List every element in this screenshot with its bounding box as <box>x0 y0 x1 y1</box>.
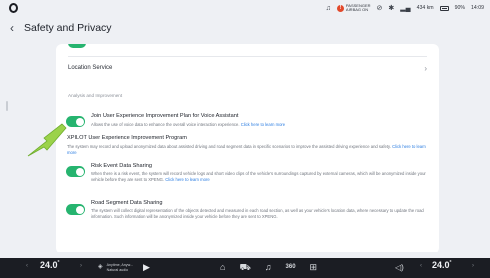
right-temp-unit: ° <box>449 260 452 266</box>
left-temp-up-icon[interactable]: › <box>80 263 82 269</box>
bell-icon: ♫ <box>325 4 331 12</box>
right-temp-down-icon[interactable]: ‹ <box>420 263 422 269</box>
xpilot-desc: The system may record and upload anonymi… <box>67 144 429 155</box>
right-temp-up-icon[interactable]: › <box>472 263 474 269</box>
right-temp-value: 24.0 <box>432 260 450 270</box>
road-segment-title: Road Segment Data Sharing <box>91 200 163 206</box>
voice-plan-desc: Allows the use of voice data to enhance … <box>91 122 431 128</box>
risk-learn-more-link[interactable]: Click here to learn more <box>165 177 209 182</box>
location-service-row[interactable]: Location Service › <box>56 57 439 79</box>
left-temp-down-icon[interactable]: ‹ <box>26 263 28 269</box>
left-temp-value: 24.0 <box>40 260 58 270</box>
analysis-card: Join User Experience Improvement Plan fo… <box>56 104 439 252</box>
voice-plan-desc-text: Allows the use of voice data to enhance … <box>91 122 240 127</box>
view-360-button[interactable]: 360 <box>286 262 296 273</box>
range-readout: 434 km <box>416 5 434 11</box>
cellular-icon: ▂▄ <box>400 4 411 12</box>
music-source-icon: ◈ <box>98 264 103 270</box>
chevron-right-icon: › <box>424 63 427 73</box>
clock: 14:09 <box>471 5 484 11</box>
road-segment-toggle[interactable] <box>66 204 85 215</box>
airbag-line2: AIRBAG ON <box>345 7 369 12</box>
scroll-indicator <box>6 101 8 111</box>
airbag-status: ! PASSENGER AIRBAG ON <box>336 3 371 13</box>
status-indicators: ♫ ! PASSENGER AIRBAG ON ⊘ ✱ ▂▄ 434 km 90… <box>326 2 484 14</box>
risk-event-toggle[interactable] <box>66 166 85 177</box>
voice-plan-toggle[interactable] <box>66 116 85 127</box>
xpilot-desc-text: The system may record and upload anonymi… <box>67 144 391 149</box>
xpilot-title: XPILOT User Experience Improvement Progr… <box>67 135 187 141</box>
media-widget[interactable]: ◈ Anytime, Anyw... Natural audio ▶ <box>98 262 150 273</box>
settings-panel: Location Service › Analysis and Improvem… <box>56 44 439 252</box>
voice-learn-more-link[interactable]: Click here to learn more <box>241 122 285 127</box>
toggle-knob <box>75 167 84 176</box>
brand-logo-icon <box>9 3 18 13</box>
risk-event-desc-text: When there is a risk event, the system w… <box>91 171 426 182</box>
apps-grid-icon[interactable]: ⊞ <box>310 262 318 273</box>
music-icon[interactable]: ♫ <box>265 262 272 273</box>
location-service-label: Location Service <box>68 65 113 71</box>
car-icon[interactable]: ⛟ <box>239 262 250 273</box>
section-heading: Analysis and Improvement <box>68 93 123 98</box>
home-icon[interactable]: ⌂ <box>220 262 225 273</box>
page-title: Safety and Privacy <box>24 22 112 34</box>
volume-icon[interactable]: ◁) <box>395 263 404 272</box>
dock-shortcuts: ⌂ ⛟ ♫ 360 ⊞ <box>220 262 317 273</box>
previous-toggle[interactable] <box>68 44 86 48</box>
toggle-knob <box>75 205 84 214</box>
play-icon[interactable]: ▶ <box>143 262 150 273</box>
bottom-dock: ‹ 24.0° › ◈ Anytime, Anyw... Natural aud… <box>0 258 490 278</box>
toggle-knob <box>75 117 84 126</box>
bluetooth-icon: ✱ <box>388 4 395 12</box>
battery-icon <box>439 5 449 11</box>
media-subtitle: Natural audio <box>106 267 129 272</box>
back-chevron-icon[interactable]: ‹ <box>10 21 22 35</box>
road-segment-desc: The system will collect digital represen… <box>91 208 424 219</box>
left-temp-unit: ° <box>57 260 60 266</box>
voice-plan-title: Join User Experience Improvement Plan fo… <box>91 113 239 119</box>
left-temperature[interactable]: 24.0° <box>40 260 60 270</box>
page-header: ‹ Safety and Privacy <box>0 18 112 38</box>
battery-percent: 90% <box>454 5 466 11</box>
risk-event-title: Risk Event Data Sharing <box>91 163 152 169</box>
risk-event-desc: When there is a risk event, the system w… <box>91 171 431 182</box>
status-bar: ♫ ! PASSENGER AIRBAG ON ⊘ ✱ ▂▄ 434 km 90… <box>0 0 490 16</box>
right-temperature[interactable]: 24.0° <box>432 260 452 270</box>
no-signal-icon: ⊘ <box>376 4 383 12</box>
airbag-warning-icon: ! <box>336 4 344 12</box>
